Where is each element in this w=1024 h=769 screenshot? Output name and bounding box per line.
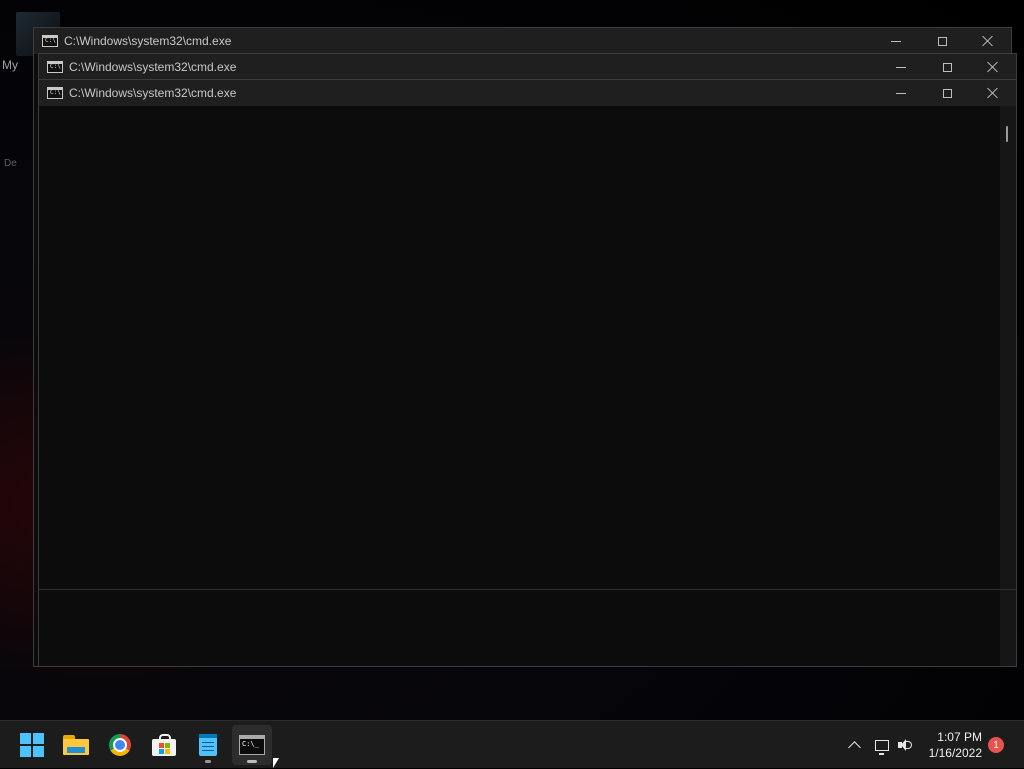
store-icon: [152, 734, 176, 756]
windows-start-icon: [20, 733, 44, 757]
window-titlebar[interactable]: C:\Windows\system32\cmd.exe: [39, 80, 1016, 106]
taskbar-file-explorer[interactable]: [56, 725, 96, 765]
minimize-button[interactable]: [878, 54, 924, 80]
start-button[interactable]: [12, 725, 52, 765]
clock-date: 1/16/2022: [928, 746, 982, 760]
window-titlebar[interactable]: C:\Windows\system32\cmd.exe: [39, 54, 1016, 80]
taskbar-chrome[interactable]: [100, 725, 140, 765]
minimize-button[interactable]: [878, 80, 924, 106]
minimize-icon: [891, 40, 901, 42]
window-title: C:\Windows\system32\cmd.exe: [64, 34, 232, 48]
chevron-up-icon: [847, 740, 861, 754]
mouse-cursor-icon: [273, 758, 279, 768]
vertical-scrollbar[interactable]: [1000, 106, 1016, 666]
maximize-button[interactable]: [924, 54, 970, 80]
close-icon: [987, 87, 999, 99]
taskbar-command-prompt[interactable]: [232, 725, 272, 765]
desktop-shortcut-label-2: De: [4, 158, 17, 169]
cmd-icon: [47, 87, 63, 99]
cmd-icon: [47, 61, 63, 73]
volume-icon: [898, 738, 914, 752]
maximize-button[interactable]: [919, 28, 965, 54]
show-hidden-icons-button[interactable]: [842, 721, 866, 769]
cmd-icon: [42, 35, 58, 47]
minimize-icon: [896, 92, 906, 94]
running-indicator: [205, 760, 211, 763]
desktop-shortcut-label: My: [2, 58, 18, 72]
taskbar-clock[interactable]: 1:07 PM 1/16/2022: [929, 729, 982, 761]
maximize-icon: [937, 36, 947, 46]
notification-badge[interactable]: 1: [988, 737, 1004, 753]
chrome-icon: [109, 734, 131, 756]
scrollbar-thumb[interactable]: [1006, 126, 1008, 142]
volume-button[interactable]: [895, 721, 917, 769]
clock-time: 1:07 PM: [937, 730, 982, 744]
window-titlebar[interactable]: C:\Windows\system32\cmd.exe: [34, 28, 1011, 54]
taskbar: 1:07 PM 1/16/2022 1: [0, 720, 1024, 768]
window-edge-divider: [39, 589, 1016, 590]
window-title: C:\Windows\system32\cmd.exe: [69, 60, 237, 74]
network-button[interactable]: [871, 721, 893, 769]
console-output-area[interactable]: [39, 106, 1000, 666]
close-button[interactable]: [970, 54, 1016, 80]
close-icon: [987, 61, 999, 73]
cmd-icon: [239, 735, 265, 755]
desktop: My De C:\Windows\system32\cmd.exe C:\Win…: [0, 0, 1024, 720]
running-indicator: [247, 760, 257, 763]
minimize-button[interactable]: [873, 28, 919, 54]
window-title: C:\Windows\system32\cmd.exe: [69, 86, 237, 100]
folder-icon: [63, 735, 89, 755]
close-button[interactable]: [965, 28, 1011, 54]
close-button[interactable]: [970, 80, 1016, 106]
cmd-window-3[interactable]: C:\Windows\system32\cmd.exe: [38, 79, 1017, 667]
taskbar-notepad[interactable]: [188, 725, 228, 765]
maximize-icon: [942, 88, 952, 98]
notepad-icon: [199, 734, 217, 756]
network-icon: [875, 739, 889, 755]
maximize-button[interactable]: [924, 80, 970, 106]
taskbar-store[interactable]: [144, 725, 184, 765]
close-icon: [982, 35, 994, 47]
maximize-icon: [942, 62, 952, 72]
minimize-icon: [896, 66, 906, 68]
